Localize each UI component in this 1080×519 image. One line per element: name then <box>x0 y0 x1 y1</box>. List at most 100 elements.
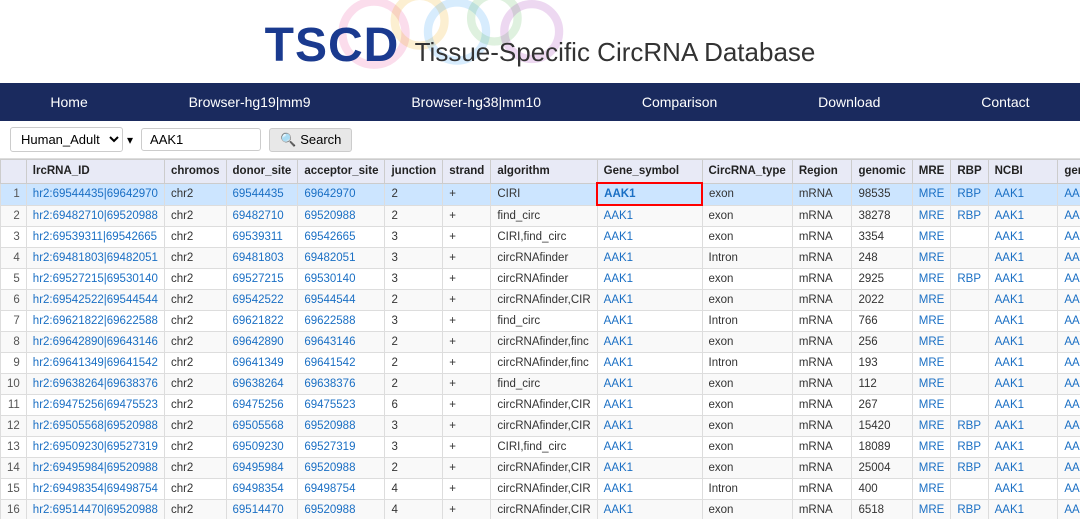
cell-mre[interactable]: MRE <box>912 437 951 458</box>
cell-ncbi[interactable]: AAK1 <box>988 248 1058 269</box>
cell-gene-symbol[interactable]: AAK1 <box>597 183 702 205</box>
nav-browser-hg19[interactable]: Browser-hg19|mm9 <box>173 86 327 118</box>
cell-genecards[interactable]: AAK1 <box>1058 374 1080 395</box>
cell-lrcrna-id[interactable]: hr2:69641349|69641542 <box>26 353 164 374</box>
cell-gene-symbol[interactable]: AAK1 <box>597 227 702 248</box>
search-input[interactable] <box>141 128 261 151</box>
cell-acceptor-site[interactable]: 69520988 <box>298 416 385 437</box>
cell-lrcrna-id[interactable]: hr2:69642890|69643146 <box>26 332 164 353</box>
cell-ncbi[interactable]: AAK1 <box>988 311 1058 332</box>
cell-donor-site[interactable]: 69481803 <box>226 248 298 269</box>
cell-rbp[interactable]: RBP <box>951 416 988 437</box>
cell-acceptor-site[interactable]: 69475523 <box>298 395 385 416</box>
cell-rbp[interactable]: RBP <box>951 500 988 519</box>
cell-genecards[interactable]: AAK1 <box>1058 227 1080 248</box>
cell-mre[interactable]: MRE <box>912 353 951 374</box>
cell-ncbi[interactable]: AAK1 <box>988 479 1058 500</box>
nav-comparison[interactable]: Comparison <box>626 86 733 118</box>
cell-genecards[interactable]: AAK1 <box>1058 416 1080 437</box>
cell-acceptor-site[interactable]: 69638376 <box>298 374 385 395</box>
cell-acceptor-site[interactable]: 69482051 <box>298 248 385 269</box>
cell-ncbi[interactable]: AAK1 <box>988 353 1058 374</box>
cell-gene-symbol[interactable]: AAK1 <box>597 395 702 416</box>
cell-mre[interactable]: MRE <box>912 458 951 479</box>
cell-genecards[interactable]: AAK1 <box>1058 311 1080 332</box>
cell-mre[interactable]: MRE <box>912 290 951 311</box>
cell-rbp[interactable]: RBP <box>951 205 988 227</box>
cell-rbp[interactable]: RBP <box>951 269 988 290</box>
nav-contact[interactable]: Contact <box>965 86 1045 118</box>
cell-lrcrna-id[interactable]: hr2:69527215|69530140 <box>26 269 164 290</box>
table-row[interactable]: 9hr2:69641349|69641542chr269641349696415… <box>1 353 1080 374</box>
cell-acceptor-site[interactable]: 69520988 <box>298 205 385 227</box>
cell-genecards[interactable]: AAK1 <box>1058 437 1080 458</box>
cell-mre[interactable]: MRE <box>912 332 951 353</box>
cell-genecards[interactable]: AAK1 <box>1058 248 1080 269</box>
cell-acceptor-site[interactable]: 69498754 <box>298 479 385 500</box>
cell-donor-site[interactable]: 69498354 <box>226 479 298 500</box>
table-row[interactable]: 2hr2:69482710|69520988chr269482710695209… <box>1 205 1080 227</box>
cell-gene-symbol[interactable]: AAK1 <box>597 269 702 290</box>
cell-rbp[interactable]: RBP <box>951 437 988 458</box>
cell-acceptor-site[interactable]: 69622588 <box>298 311 385 332</box>
cell-ncbi[interactable]: AAK1 <box>988 227 1058 248</box>
cell-ncbi[interactable]: AAK1 <box>988 374 1058 395</box>
cell-lrcrna-id[interactable]: hr2:69514470|69520988 <box>26 500 164 519</box>
table-row[interactable]: 6hr2:69542522|69544544chr269542522695445… <box>1 290 1080 311</box>
cell-lrcrna-id[interactable]: hr2:69482710|69520988 <box>26 205 164 227</box>
table-row[interactable]: 13hr2:69509230|69527319chr26950923069527… <box>1 437 1080 458</box>
cell-genecards[interactable]: AAK1 <box>1058 353 1080 374</box>
cell-donor-site[interactable]: 69505568 <box>226 416 298 437</box>
table-row[interactable]: 5hr2:69527215|69530140chr269527215695301… <box>1 269 1080 290</box>
cell-lrcrna-id[interactable]: hr2:69544435|69642970 <box>26 183 164 205</box>
nav-browser-hg38[interactable]: Browser-hg38|mm10 <box>395 86 557 118</box>
cell-genecards[interactable]: AAK1 <box>1058 269 1080 290</box>
cell-mre[interactable]: MRE <box>912 248 951 269</box>
cell-lrcrna-id[interactable]: hr2:69621822|69622588 <box>26 311 164 332</box>
cell-donor-site[interactable]: 69539311 <box>226 227 298 248</box>
table-row[interactable]: 8hr2:69642890|69643146chr269642890696431… <box>1 332 1080 353</box>
cell-genecards[interactable]: AAK1 <box>1058 479 1080 500</box>
table-row[interactable]: 3hr2:69539311|69542665chr269539311695426… <box>1 227 1080 248</box>
cell-genecards[interactable]: AAK1 <box>1058 500 1080 519</box>
cell-genecards[interactable]: AAK1 <box>1058 183 1080 205</box>
cell-mre[interactable]: MRE <box>912 269 951 290</box>
cell-donor-site[interactable]: 69509230 <box>226 437 298 458</box>
cell-lrcrna-id[interactable]: hr2:69498354|69498754 <box>26 479 164 500</box>
cell-acceptor-site[interactable]: 69642970 <box>298 183 385 205</box>
cell-acceptor-site[interactable]: 69530140 <box>298 269 385 290</box>
cell-mre[interactable]: MRE <box>912 416 951 437</box>
cell-gene-symbol[interactable]: AAK1 <box>597 353 702 374</box>
cell-gene-symbol[interactable]: AAK1 <box>597 332 702 353</box>
cell-lrcrna-id[interactable]: hr2:69509230|69527319 <box>26 437 164 458</box>
cell-gene-symbol[interactable]: AAK1 <box>597 374 702 395</box>
cell-mre[interactable]: MRE <box>912 479 951 500</box>
cell-ncbi[interactable]: AAK1 <box>988 395 1058 416</box>
table-row[interactable]: 10hr2:69638264|69638376chr26963826469638… <box>1 374 1080 395</box>
cell-acceptor-site[interactable]: 69527319 <box>298 437 385 458</box>
cell-mre[interactable]: MRE <box>912 205 951 227</box>
nav-home[interactable]: Home <box>34 86 103 118</box>
cell-donor-site[interactable]: 69621822 <box>226 311 298 332</box>
table-row[interactable]: 12hr2:69505568|69520988chr26950556869520… <box>1 416 1080 437</box>
cell-lrcrna-id[interactable]: hr2:69495984|69520988 <box>26 458 164 479</box>
cell-ncbi[interactable]: AAK1 <box>988 500 1058 519</box>
cell-genecards[interactable]: AAK1 <box>1058 458 1080 479</box>
cell-ncbi[interactable]: AAK1 <box>988 416 1058 437</box>
cell-donor-site[interactable]: 69475256 <box>226 395 298 416</box>
table-row[interactable]: 14hr2:69495984|69520988chr26949598469520… <box>1 458 1080 479</box>
cell-gene-symbol[interactable]: AAK1 <box>597 205 702 227</box>
cell-gene-symbol[interactable]: AAK1 <box>597 437 702 458</box>
cell-ncbi[interactable]: AAK1 <box>988 458 1058 479</box>
cell-lrcrna-id[interactable]: hr2:69638264|69638376 <box>26 374 164 395</box>
cell-rbp[interactable]: RBP <box>951 458 988 479</box>
table-row[interactable]: 1hr2:69544435|69642970chr269544435696429… <box>1 183 1080 205</box>
cell-donor-site[interactable]: 69482710 <box>226 205 298 227</box>
cell-genecards[interactable]: AAK1 <box>1058 332 1080 353</box>
cell-acceptor-site[interactable]: 69643146 <box>298 332 385 353</box>
cell-lrcrna-id[interactable]: hr2:69505568|69520988 <box>26 416 164 437</box>
cell-acceptor-site[interactable]: 69641542 <box>298 353 385 374</box>
cell-donor-site[interactable]: 69514470 <box>226 500 298 519</box>
cell-gene-symbol[interactable]: AAK1 <box>597 248 702 269</box>
cell-ncbi[interactable]: AAK1 <box>988 269 1058 290</box>
